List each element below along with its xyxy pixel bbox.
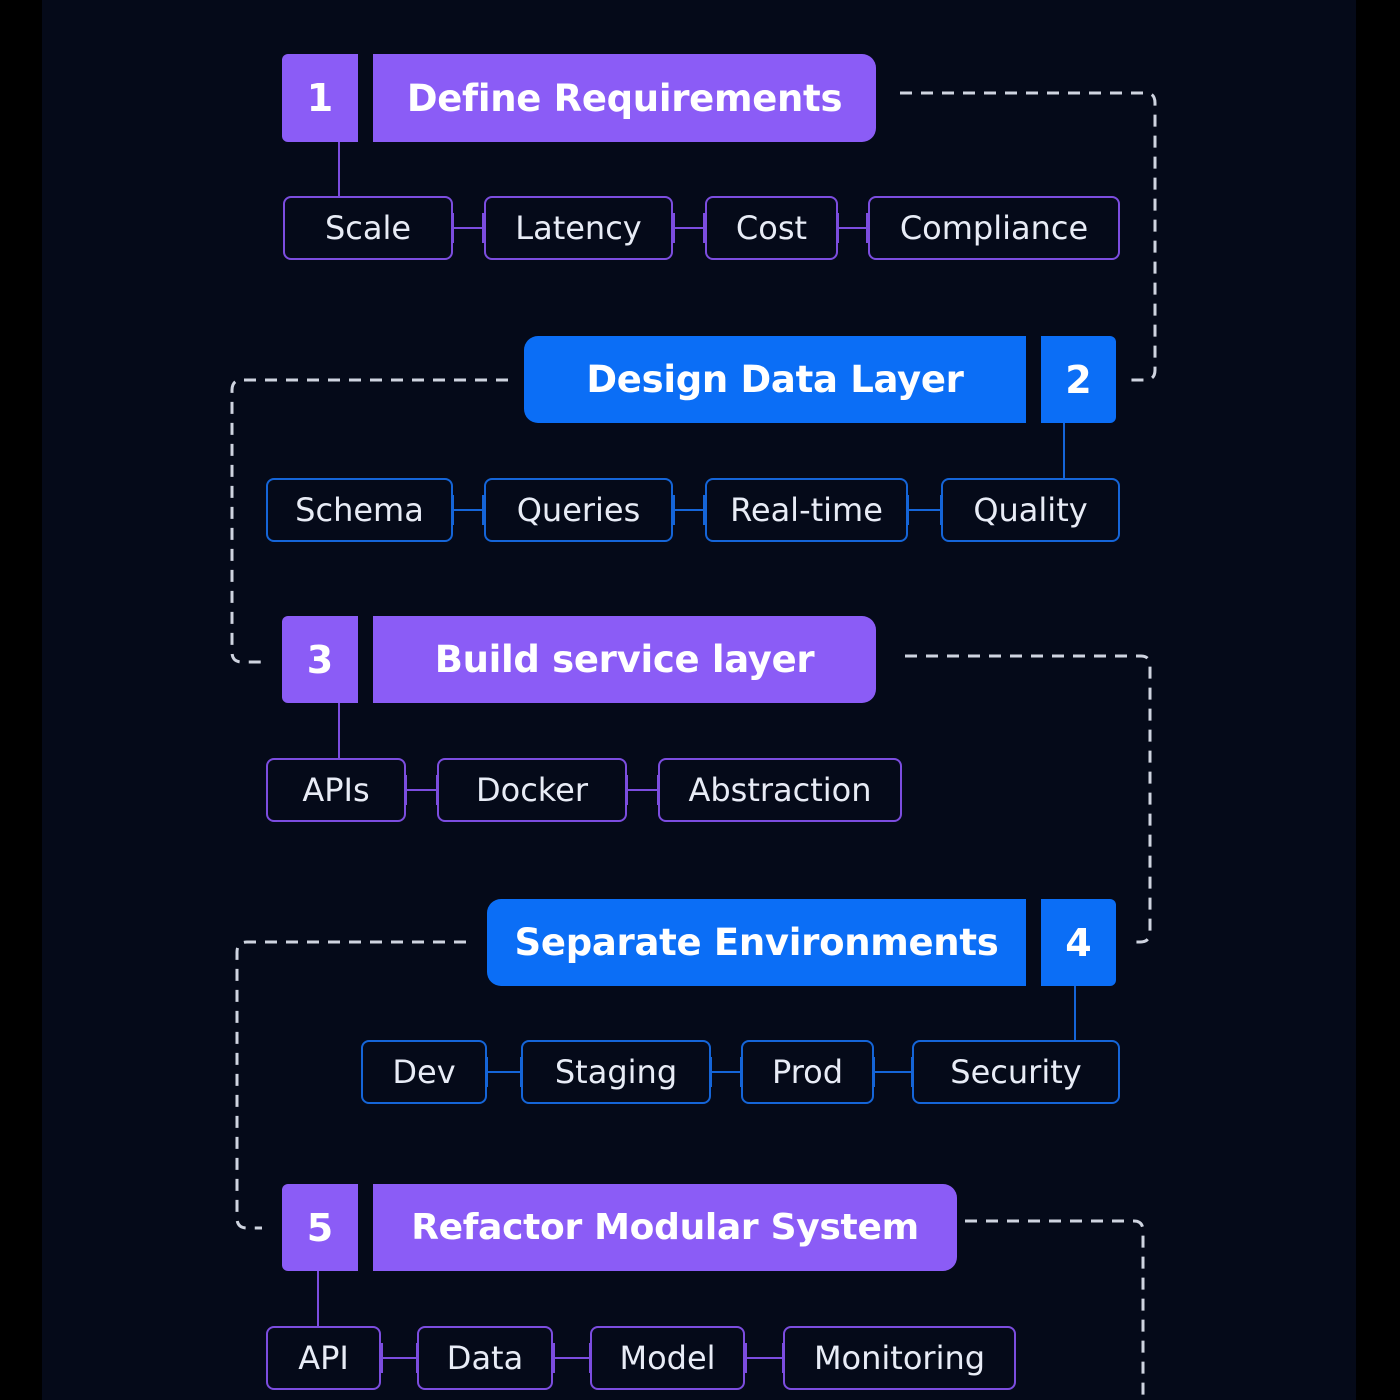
step-title: Build service layer bbox=[373, 616, 876, 703]
tag: Prod bbox=[741, 1040, 874, 1104]
tag: Queries bbox=[484, 478, 673, 542]
step-title: Define Requirements bbox=[373, 54, 876, 142]
step-number: 4 bbox=[1041, 899, 1116, 986]
tag: Quality bbox=[941, 478, 1120, 542]
step-number: 3 bbox=[282, 616, 358, 703]
step-title: Refactor Modular System bbox=[373, 1184, 957, 1271]
step-number: 2 bbox=[1041, 336, 1116, 423]
step-title: Design Data Layer bbox=[524, 336, 1026, 423]
tag: Dev bbox=[361, 1040, 487, 1104]
tag: Docker bbox=[437, 758, 627, 822]
tag: Cost bbox=[705, 196, 838, 260]
tag: Scale bbox=[283, 196, 453, 260]
tag: API bbox=[266, 1326, 381, 1390]
tag: Schema bbox=[266, 478, 453, 542]
tag: Staging bbox=[521, 1040, 711, 1104]
step-number: 1 bbox=[282, 54, 358, 142]
tag: Monitoring bbox=[783, 1326, 1016, 1390]
roadmap-diagram: 1 Define Requirements Scale Latency Cost… bbox=[42, 0, 1356, 1400]
tag: Data bbox=[417, 1326, 553, 1390]
tag: Real-time bbox=[705, 478, 908, 542]
tag: APIs bbox=[266, 758, 406, 822]
step-title: Separate Environments bbox=[487, 899, 1026, 986]
tag: Latency bbox=[484, 196, 673, 260]
tag: Security bbox=[912, 1040, 1120, 1104]
step-number: 5 bbox=[282, 1184, 358, 1271]
tag: Abstraction bbox=[658, 758, 902, 822]
tag: Compliance bbox=[868, 196, 1120, 260]
tag: Model bbox=[590, 1326, 745, 1390]
